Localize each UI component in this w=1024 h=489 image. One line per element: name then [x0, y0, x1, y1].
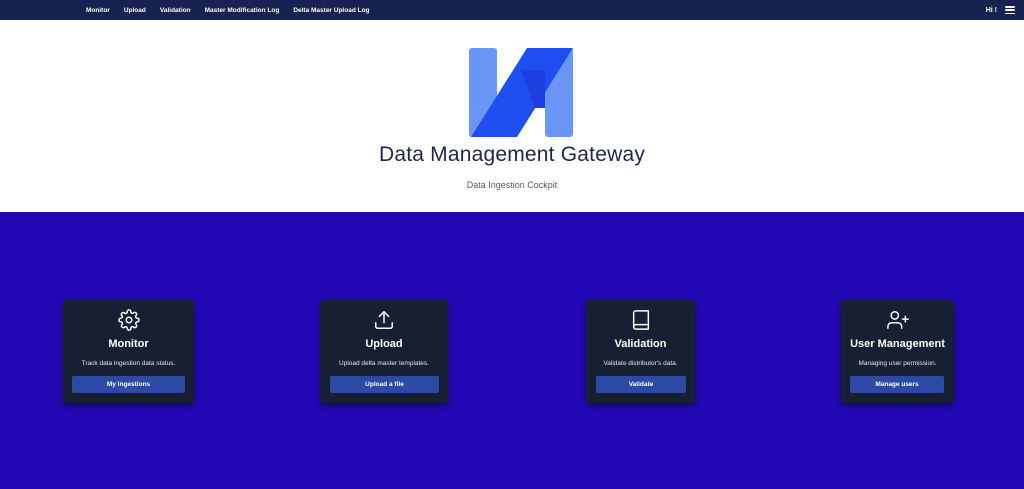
upload-icon — [373, 309, 395, 331]
main-nav: Monitor Upload Validation Master Modific… — [86, 7, 384, 14]
user-greeting: Hi ! — [985, 6, 997, 14]
my-ingestions-button[interactable]: My Ingestions — [72, 376, 185, 393]
page-title: Data Management Gateway — [378, 143, 646, 166]
app-logo — [469, 48, 573, 137]
nav-link-master-modification-log[interactable]: Master Modification Log — [205, 7, 280, 14]
nav-link-monitor[interactable]: Monitor — [86, 7, 110, 14]
card-title: User Management — [850, 338, 945, 350]
card-description: Validate distributor's data. — [603, 360, 678, 367]
card-user-management: User Management Managing user permission… — [841, 300, 954, 403]
book-icon — [630, 309, 652, 331]
card-validation: Validation Validate distributor's data. … — [586, 300, 695, 403]
gear-icon — [117, 309, 140, 331]
nav-link-delta-master-upload-log[interactable]: Delta Master Upload Log — [293, 7, 369, 14]
nav-link-upload[interactable]: Upload — [124, 7, 146, 14]
nav-link-validation[interactable]: Validation — [160, 7, 191, 14]
upload-a-file-button[interactable]: Upload a file — [330, 376, 439, 393]
card-upload: Upload Upload delta master templates. Up… — [320, 300, 448, 403]
validate-button[interactable]: Validate — [596, 376, 686, 393]
card-description: Managing user permission. — [858, 360, 937, 367]
card-monitor: Monitor Track data ingestion data status… — [63, 300, 194, 403]
hamburger-menu-icon[interactable] — [1005, 6, 1015, 14]
manage-users-button[interactable]: Manage users — [850, 376, 944, 393]
hero-section: Data Management Gateway Data Ingestion C… — [0, 20, 1024, 212]
card-title: Monitor — [108, 338, 149, 350]
topbar-right: Hi ! — [986, 0, 1015, 20]
dashboard-cards-section: Monitor Track data ingestion data status… — [0, 212, 1024, 489]
user-plus-icon — [886, 309, 909, 331]
top-navigation-bar: Monitor Upload Validation Master Modific… — [0, 0, 1024, 20]
page-subtitle: Data Ingestion Cockpit — [466, 180, 558, 190]
card-description: Track data ingestion data status. — [81, 360, 176, 367]
card-title: Upload — [365, 338, 403, 350]
card-description: Upload delta master templates. — [339, 360, 429, 367]
card-title: Validation — [614, 338, 667, 350]
